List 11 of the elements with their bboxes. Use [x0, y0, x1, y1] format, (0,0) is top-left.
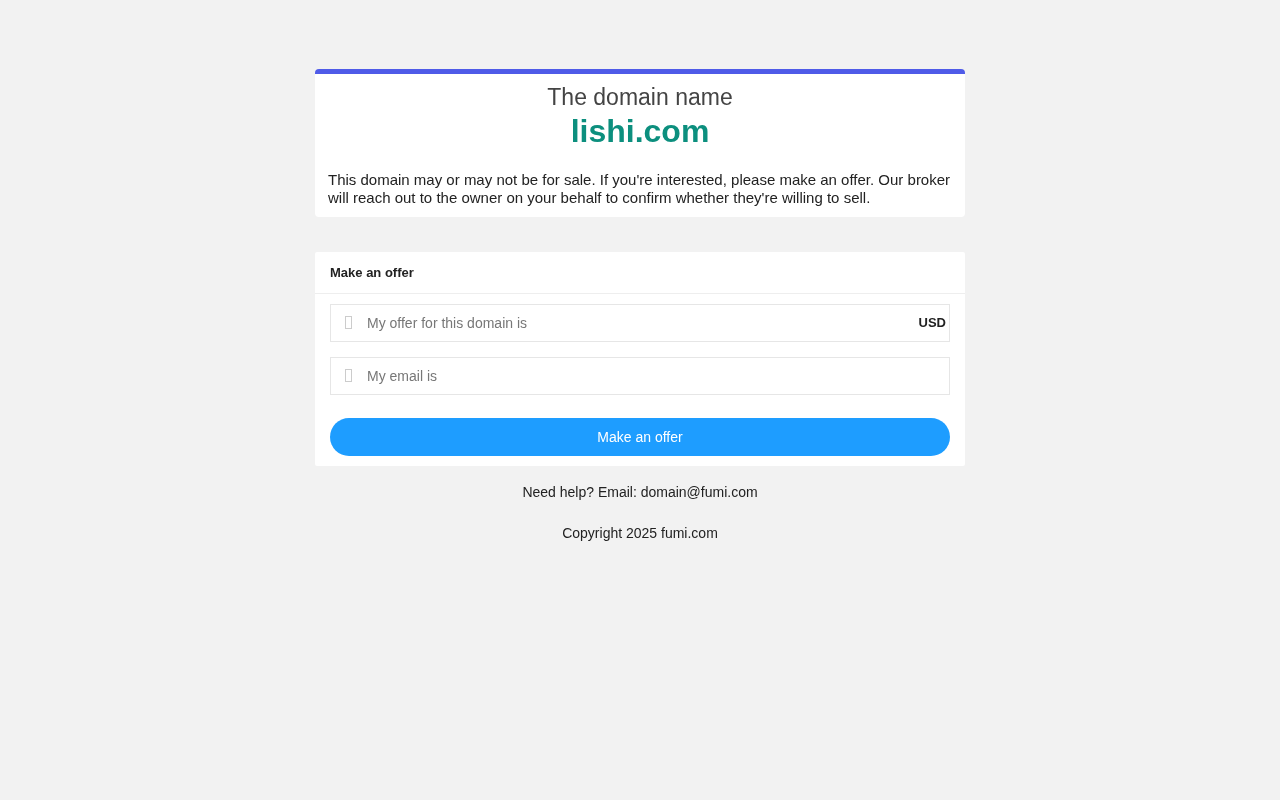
domain-name: lishi.com — [570, 112, 710, 151]
copyright: Copyright 2025 fumi.com — [561, 525, 719, 541]
placeholder-glyph-icon — [345, 316, 352, 329]
description: This domain may or may not be for sale. If you're interested, please make an offer. Our broker will reach out to the owner on your behalf to confirm whether they're willing to sell. — [328, 171, 952, 207]
card-title: Make an offer — [315, 252, 965, 294]
help-text: Need help? Email: domain@fumi.com — [521, 484, 759, 500]
placeholder-glyph-icon — [345, 369, 352, 382]
submit-button[interactable]: Make an offer — [330, 418, 950, 456]
input-field[interactable]: My email is — [330, 357, 950, 395]
heading: The domain name — [547, 83, 733, 111]
currency-label: USD — [918, 315, 946, 330]
